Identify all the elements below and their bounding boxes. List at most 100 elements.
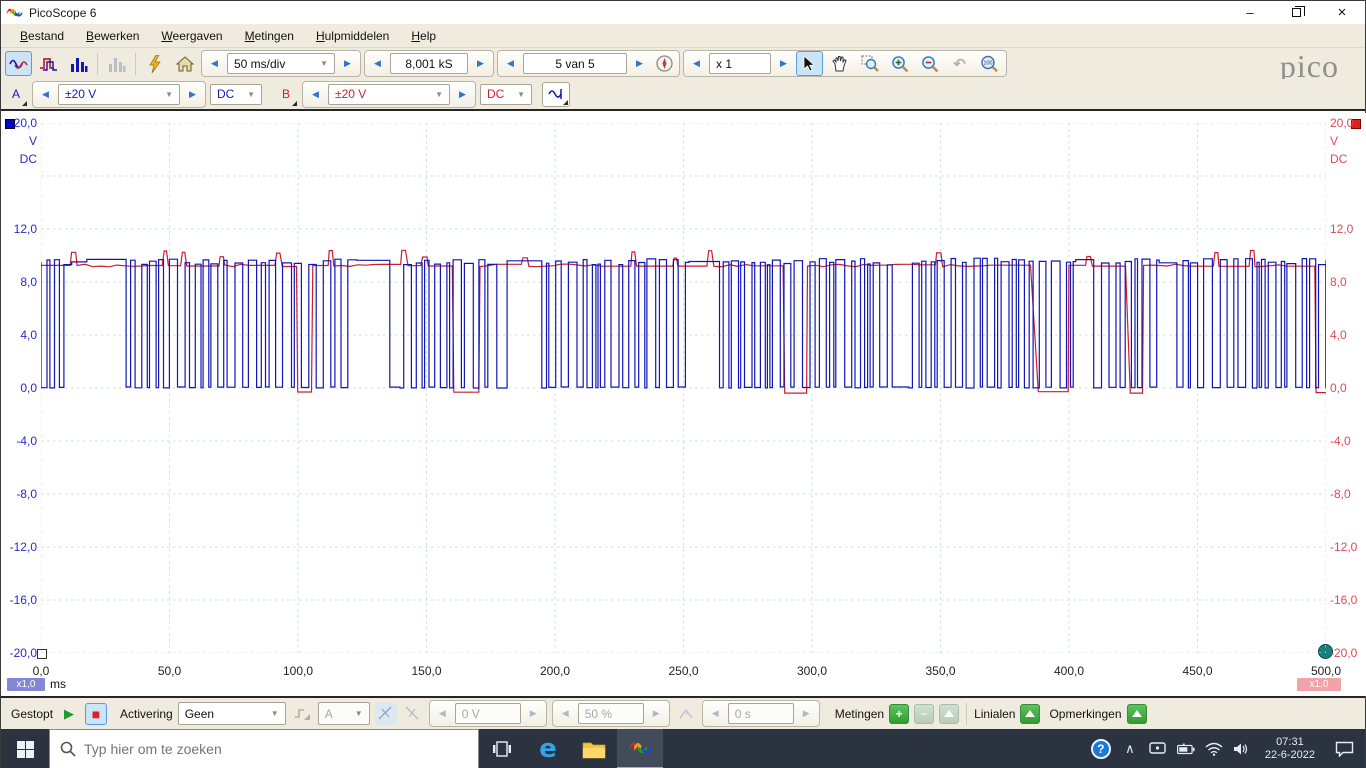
pointer-tool-button[interactable] <box>796 51 823 76</box>
signal-generator-button[interactable] <box>542 81 570 107</box>
minimize-button[interactable]: – <box>1227 1 1273 24</box>
x-zoom-badge-right[interactable]: x1,0 <box>1297 678 1341 691</box>
samples-field[interactable]: 8,001 kS <box>390 53 468 74</box>
menu-weergaven[interactable]: Weergaven <box>150 26 233 46</box>
opmerkingen-label: Opmerkingen <box>1049 706 1122 721</box>
clock-time: 07:31 <box>1276 736 1304 748</box>
waveform-canvas[interactable] <box>41 123 1326 653</box>
picoscope-taskbar-button[interactable] <box>617 729 663 768</box>
channel-b-range-down-button[interactable]: ◀ <box>306 84 325 105</box>
add-measurement-button[interactable]: + <box>889 703 910 724</box>
delay-decrease-button: ◀ <box>711 708 719 718</box>
x-axis-tick: 400,0 <box>1053 664 1085 678</box>
rising-edge-icon <box>378 706 392 720</box>
y-axis-tick-right: 0,0 <box>1330 381 1347 395</box>
start-button[interactable]: ▶ <box>58 703 80 725</box>
timebase-value: 50 ms/div <box>234 56 286 71</box>
menu-hulpmiddelen[interactable]: Hulpmiddelen <box>305 26 400 46</box>
task-view-icon <box>493 741 511 757</box>
notes-button[interactable] <box>1126 703 1147 724</box>
up-triangle-icon <box>1131 710 1142 717</box>
channel-b-range-select[interactable]: ±20 V ▼ <box>328 83 450 105</box>
samples-increase-button[interactable]: ▶ <box>471 53 490 74</box>
persistence-view-button[interactable] <box>35 51 62 76</box>
x-axis-tick: 150,0 <box>411 664 442 678</box>
channel-a-range-select[interactable]: ±20 V ▼ <box>58 83 180 105</box>
speaker-icon[interactable] <box>1233 742 1251 756</box>
zoom-in-tool-button[interactable] <box>886 51 913 76</box>
channel-b-coupling-select[interactable]: DC ▼ <box>480 83 532 105</box>
channel-b-range-up-button[interactable]: ▶ <box>453 84 472 105</box>
zoom-factor-field[interactable]: x 1 <box>709 53 771 74</box>
trigger-delay-field: 0 s <box>727 703 794 724</box>
samples-decrease-button[interactable]: ◀ <box>368 53 387 74</box>
close-button[interactable]: × <box>1319 1 1365 24</box>
channel-b-options-button[interactable]: B <box>274 82 298 107</box>
rulers-button[interactable] <box>1020 703 1041 724</box>
toolbar-separator <box>97 52 98 75</box>
trigger-mode-select[interactable]: Geen ▼ <box>177 702 286 725</box>
toolbar-separator <box>966 702 968 725</box>
menu-bestand[interactable]: Bestand <box>9 26 75 46</box>
maximize-button[interactable] <box>1273 1 1319 24</box>
zoom-out-tool-button[interactable] <box>916 51 943 76</box>
buffer-next-button[interactable]: ▶ <box>630 53 649 74</box>
search-input[interactable] <box>84 741 424 757</box>
y-axis-tick-right: -20,0 <box>1330 646 1358 660</box>
timebase-decrease-button[interactable]: ◀ <box>205 53 224 74</box>
x-axis-unit: ms <box>50 677 66 691</box>
y-axis-tick-left: 12,0 <box>13 222 37 236</box>
x-zoom-badge-left[interactable]: x1,0 <box>7 678 45 691</box>
zoom-full-tool-button[interactable]: 100 <box>976 51 1003 76</box>
stop-button[interactable]: ■ <box>85 702 108 725</box>
undo-zoom-button: ↶ <box>953 55 966 73</box>
zoom-factor-increase-button[interactable]: ▶ <box>774 53 793 74</box>
corner-expand-icon <box>292 100 297 106</box>
display-tray-icon[interactable] <box>1149 742 1167 756</box>
auto-setup-button[interactable] <box>141 51 168 76</box>
battery-icon[interactable] <box>1176 743 1195 755</box>
chevron-down-icon: ▼ <box>320 59 328 68</box>
buffer-navigator-button[interactable] <box>652 51 676 76</box>
linialen-label: Linialen <box>974 706 1016 721</box>
timebase-increase-button[interactable]: ▶ <box>338 53 357 74</box>
taskbar-search-box[interactable] <box>49 729 479 768</box>
pre-trigger-group: ◀ 50 % ▶ <box>551 700 670 727</box>
buffer-navigator-icon <box>655 55 673 72</box>
channel-a-options-button[interactable]: A <box>4 82 28 107</box>
help-tray-icon[interactable]: ? <box>1090 739 1111 759</box>
timebase-select[interactable]: 50 ms/div ▼ <box>227 53 335 74</box>
channel-a-range-up-button[interactable]: ▶ <box>183 84 202 105</box>
edit-measurement-button <box>939 703 960 724</box>
buffer-previous-button[interactable]: ◀ <box>501 53 520 74</box>
trigger-delay-value: 0 s <box>734 706 751 721</box>
zoom-factor-decrease-button[interactable]: ◀ <box>687 53 706 74</box>
menu-bewerken[interactable]: Bewerken <box>75 26 150 46</box>
file-explorer-button[interactable] <box>571 729 617 768</box>
wifi-icon[interactable] <box>1205 742 1223 756</box>
task-view-button[interactable] <box>479 729 525 768</box>
main-toolbar: ◀ 50 ms/div ▼ ▶ ◀ 8,001 kS ▶ ◀ 5 van 5 ▶… <box>1 48 1365 79</box>
chevron-down-icon: ▼ <box>354 709 363 718</box>
pan-tool-button[interactable] <box>826 51 853 76</box>
right-axis-coupling: DC <box>1330 152 1348 166</box>
marquee-zoom-tool-button[interactable] <box>856 51 883 76</box>
start-button[interactable] <box>1 729 49 768</box>
action-center-button[interactable] <box>1329 741 1359 757</box>
taskbar-clock[interactable]: 07:31 22-6-2022 <box>1261 736 1319 762</box>
left-axis-unit: V <box>28 134 37 148</box>
buffer-field[interactable]: 5 van 5 <box>523 53 627 74</box>
edge-browser-button[interactable]: e <box>525 729 571 768</box>
channel-a-range-down-button[interactable]: ◀ <box>36 84 55 105</box>
svg-text:100: 100 <box>984 60 993 66</box>
channel-a-coupling-select[interactable]: DC ▼ <box>210 83 262 105</box>
spectrum-view-button[interactable] <box>65 51 92 76</box>
menu-help[interactable]: Help <box>400 26 447 46</box>
menu-metingen[interactable]: Metingen <box>234 26 305 46</box>
scope-view-button[interactable] <box>5 51 32 76</box>
home-button[interactable] <box>171 51 198 76</box>
tray-expand-chevron[interactable]: ∧ <box>1121 741 1139 757</box>
corner-expand-icon <box>563 99 568 105</box>
remove-measurement-button: − <box>914 703 935 724</box>
buffer-value: 5 van 5 <box>555 56 595 71</box>
